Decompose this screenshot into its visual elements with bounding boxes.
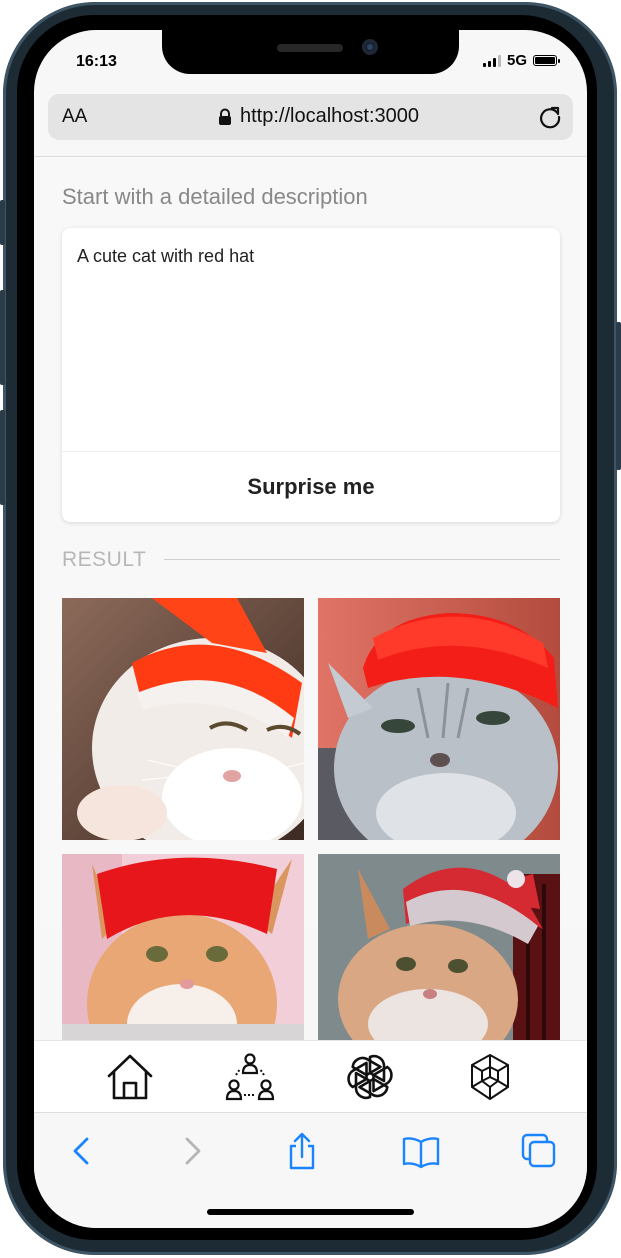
volume-down-button xyxy=(0,410,5,505)
status-time: 16:13 xyxy=(76,53,117,70)
power-button xyxy=(616,322,621,470)
url-text: http://localhost:3000 xyxy=(240,105,420,127)
openai-icon[interactable] xyxy=(344,1051,396,1103)
url-display[interactable]: http://localhost:3000 xyxy=(218,105,419,128)
signal-icon xyxy=(482,54,501,67)
prompt-label: Start with a detailed description xyxy=(62,184,368,209)
address-bar[interactable]: AA http://localhost:3000 xyxy=(48,94,573,140)
cube-icon[interactable] xyxy=(464,1051,516,1103)
home-icon[interactable] xyxy=(104,1051,156,1103)
speaker-grille xyxy=(277,44,343,52)
result-heading: RESULT xyxy=(62,548,147,571)
phone-screen: 16:13 5G AA http://localhost:3000 Start … xyxy=(34,30,587,1228)
result-divider xyxy=(164,559,560,560)
back-icon[interactable] xyxy=(62,1131,102,1171)
prompt-input[interactable]: A cute cat with red hat xyxy=(77,246,254,267)
status-indicators: 5G xyxy=(482,52,560,69)
app-tab-bar xyxy=(34,1040,587,1113)
home-indicator xyxy=(207,1209,414,1215)
community-icon[interactable] xyxy=(224,1051,276,1103)
notch xyxy=(162,30,459,74)
lock-icon xyxy=(219,108,231,125)
surprise-me-button[interactable]: Surprise me xyxy=(62,452,560,522)
result-image-1[interactable] xyxy=(62,598,304,840)
forward-icon[interactable] xyxy=(172,1131,212,1171)
volume-up-button xyxy=(0,290,5,385)
share-icon[interactable] xyxy=(282,1131,322,1171)
result-image-2[interactable] xyxy=(318,598,560,840)
battery-icon xyxy=(533,55,560,66)
reload-icon[interactable] xyxy=(537,104,563,130)
bookmarks-icon[interactable] xyxy=(401,1131,441,1171)
result-image-4[interactable] xyxy=(318,854,560,1040)
result-image-3[interactable] xyxy=(62,854,304,1040)
prompt-card: A cute cat with red hat Surprise me xyxy=(62,228,560,522)
mute-switch xyxy=(0,200,5,245)
main-content: Start with a detailed description A cute… xyxy=(34,157,587,1040)
reader-settings-button[interactable]: AA xyxy=(62,106,87,128)
front-camera xyxy=(362,39,378,55)
tabs-icon[interactable] xyxy=(519,1131,559,1171)
network-type: 5G xyxy=(506,52,527,69)
